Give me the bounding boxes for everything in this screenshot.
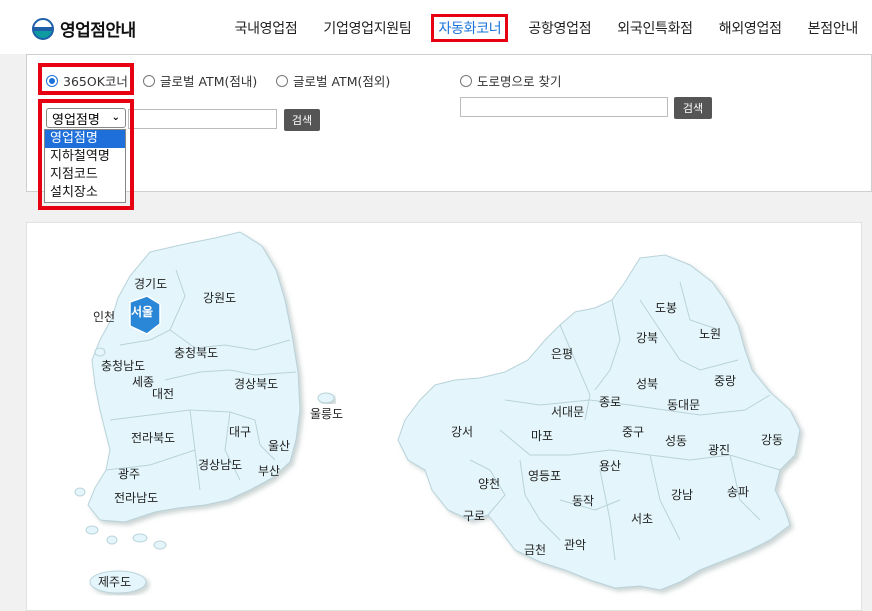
district-label: 성북 bbox=[636, 377, 658, 391]
district-label: 중구 bbox=[622, 425, 644, 439]
district-label: 도봉 bbox=[655, 301, 677, 315]
district-label: 양천 bbox=[478, 476, 500, 491]
region-label: 인천 bbox=[93, 309, 115, 324]
district-label: 동대문 bbox=[667, 398, 700, 412]
district-label: 마포 bbox=[531, 429, 553, 443]
region-label: 광주 bbox=[118, 467, 140, 481]
region-label: 전라남도 bbox=[114, 491, 158, 505]
region-label: 대전 bbox=[152, 387, 174, 401]
district-label: 구로 bbox=[463, 509, 485, 523]
district-label: 성동 bbox=[665, 434, 687, 448]
district-label: 금천 bbox=[524, 542, 546, 557]
region-label: 부산 bbox=[258, 464, 280, 478]
region-label: 충청남도 bbox=[101, 359, 145, 373]
region-label: 경상북도 bbox=[234, 377, 278, 391]
district-label: 강남 bbox=[671, 488, 693, 502]
district-label: 노원 bbox=[699, 327, 721, 341]
district-label: 은평 bbox=[551, 347, 573, 361]
district-label: 서대문 bbox=[551, 405, 584, 419]
district-label: 강서 bbox=[451, 425, 473, 439]
district-label: 중랑 bbox=[714, 374, 736, 388]
region-label: 울산 bbox=[268, 439, 290, 453]
region-label: 세종 bbox=[132, 375, 154, 389]
district-label: 관악 bbox=[564, 538, 586, 552]
district-label: 서초 bbox=[631, 512, 653, 526]
region-label: 강원도 bbox=[203, 291, 236, 305]
district-label: 송파 bbox=[727, 485, 749, 499]
seoul-map-shape bbox=[397, 254, 801, 591]
maps-layer: 경기도 강원도 인천 서울 충청북도 충청남도 세종 대전 경상북도 울릉도 대… bbox=[74, 231, 801, 594]
region-label: 경상남도 bbox=[198, 458, 242, 472]
district-label: 종로 bbox=[599, 395, 621, 409]
region-label-seoul: 서울 bbox=[131, 304, 153, 319]
region-label: 전라북도 bbox=[131, 431, 175, 445]
region-label: 경기도 bbox=[134, 277, 167, 291]
region-label: 제주도 bbox=[98, 575, 131, 589]
district-label: 강동 bbox=[761, 433, 783, 447]
region-label: 대구 bbox=[229, 425, 251, 439]
region-label: 충청북도 bbox=[174, 346, 218, 360]
district-label: 용산 bbox=[599, 459, 621, 473]
district-label: 동작 bbox=[572, 494, 594, 508]
region-label: 울릉도 bbox=[310, 407, 343, 421]
ulleung-island-shape[interactable] bbox=[317, 392, 335, 404]
district-label: 영등포 bbox=[528, 469, 561, 483]
district-label: 광진 bbox=[708, 443, 730, 457]
district-label: 강북 bbox=[636, 331, 658, 345]
